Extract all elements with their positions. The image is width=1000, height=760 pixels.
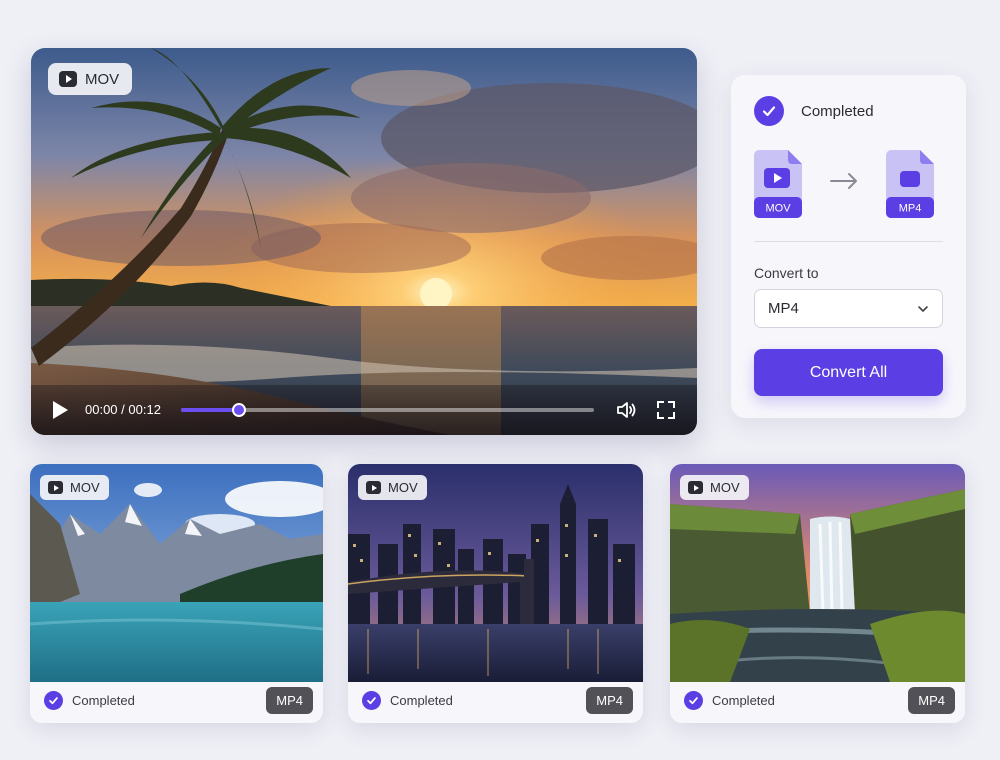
format-select-value: MP4 bbox=[768, 300, 799, 317]
convert-to-label: Convert to bbox=[754, 265, 819, 281]
source-format-label: MOV bbox=[85, 70, 120, 88]
video-icon bbox=[59, 71, 77, 87]
source-format-badge: MOV bbox=[358, 475, 427, 500]
play-icon bbox=[53, 401, 68, 419]
current-time: 00:00 bbox=[85, 402, 118, 417]
conversion-panel: Completed MOV MP4 Convert to MP4 Convert… bbox=[731, 75, 966, 418]
seek-bar[interactable] bbox=[181, 403, 594, 417]
card-status: Completed bbox=[362, 691, 453, 710]
arrow-right-icon bbox=[830, 173, 857, 189]
target-file-format: MP4 bbox=[899, 203, 922, 215]
player-controls: 00:00 / 00:12 bbox=[31, 385, 697, 435]
status-label: Completed bbox=[390, 693, 453, 708]
format-select[interactable]: MP4 bbox=[754, 289, 943, 328]
check-icon bbox=[362, 691, 381, 710]
video-file-icon: MP4 bbox=[886, 150, 934, 218]
video-card[interactable]: MOV MP4 Completed bbox=[30, 464, 323, 723]
output-format-badge: MP4 bbox=[908, 687, 955, 714]
chevron-down-icon bbox=[918, 306, 928, 312]
time-separator: / bbox=[121, 402, 125, 417]
duration: 00:12 bbox=[128, 402, 161, 417]
source-format-label: MOV bbox=[388, 480, 418, 495]
volume-icon[interactable] bbox=[615, 399, 637, 421]
beach-sunset-video-frame bbox=[31, 48, 697, 435]
convert-all-button[interactable]: Convert All bbox=[754, 349, 943, 396]
source-format-badge: MOV bbox=[680, 475, 749, 500]
video-card[interactable]: MOV MP4 Completed bbox=[348, 464, 643, 723]
source-format-badge: MOV bbox=[40, 475, 109, 500]
video-card[interactable]: MOV MP4 Completed bbox=[670, 464, 965, 723]
card-status: Completed bbox=[44, 691, 135, 710]
status-label: Completed bbox=[72, 693, 135, 708]
status-label: Completed bbox=[712, 693, 775, 708]
check-icon bbox=[754, 96, 784, 126]
status-label: Completed bbox=[801, 102, 874, 120]
output-format-badge: MP4 bbox=[266, 687, 313, 714]
source-format-badge: MOV bbox=[48, 63, 133, 95]
video-icon bbox=[366, 481, 381, 494]
source-format-label: MOV bbox=[710, 480, 740, 495]
source-format-label: MOV bbox=[70, 480, 100, 495]
check-icon bbox=[684, 691, 703, 710]
card-status: Completed bbox=[684, 691, 775, 710]
divider bbox=[754, 241, 943, 242]
video-player[interactable]: MOV 00:00 / 00:12 bbox=[31, 48, 697, 435]
time-display: 00:00 / 00:12 bbox=[85, 402, 161, 417]
video-file-icon: MOV bbox=[754, 150, 802, 218]
check-icon bbox=[44, 691, 63, 710]
video-icon bbox=[48, 481, 63, 494]
fullscreen-icon[interactable] bbox=[656, 400, 676, 420]
seek-bar-handle[interactable] bbox=[231, 403, 246, 417]
play-button[interactable] bbox=[51, 400, 71, 420]
output-format-badge: MP4 bbox=[586, 687, 633, 714]
seek-bar-progress bbox=[181, 408, 239, 412]
video-icon bbox=[688, 481, 703, 494]
source-file-format: MOV bbox=[765, 203, 791, 215]
conversion-status: Completed bbox=[754, 96, 874, 126]
